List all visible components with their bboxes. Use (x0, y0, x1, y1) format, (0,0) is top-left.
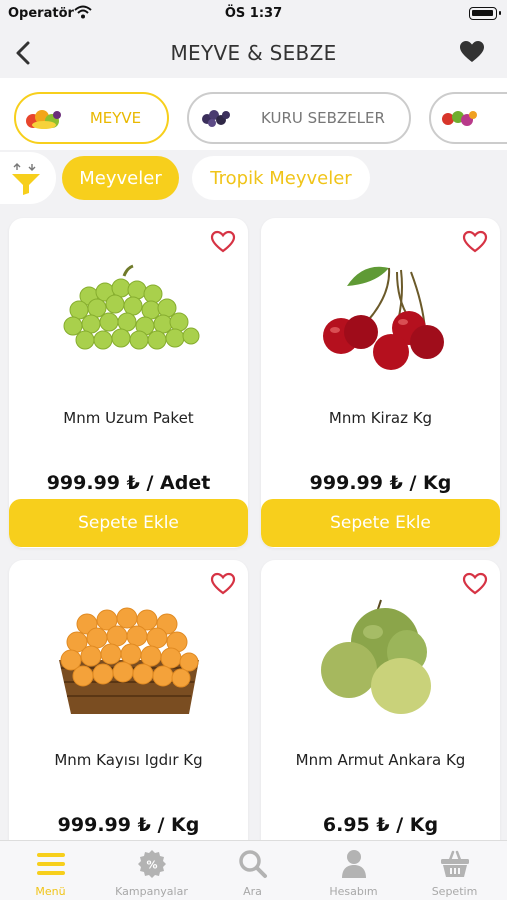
dried-beans-icon (197, 105, 237, 131)
apricots-product-image (49, 590, 209, 720)
user-icon (339, 849, 369, 879)
category-chip-kuru-sebzeler[interactable]: KURU SEBZELER (187, 92, 411, 144)
svg-text:%: % (146, 859, 157, 872)
category-label: MEYVE (89, 109, 142, 127)
clock: ÖS 1:37 (224, 6, 283, 21)
product-price: 999.99 ₺ / Adet (46, 472, 211, 494)
tab-label: Menü (35, 885, 66, 898)
tab-menu[interactable]: Menü (0, 841, 101, 900)
subcategory-pill-tropik-meyveler[interactable]: Tropik Meyveler (192, 156, 370, 200)
percent-badge-icon: % (137, 849, 167, 879)
product-name: Mnm Kiraz Kg (328, 409, 433, 427)
tab-label: Sepetim (431, 885, 478, 898)
add-to-cart-button[interactable]: Sepete Ekle (261, 499, 500, 547)
tab-bar: Menü % Kampanyalar Ara Hesabım Sepetim (0, 840, 507, 900)
product-name: Mnm Uzum Paket (63, 409, 194, 427)
page-title: MEYVE & SEBZE (170, 41, 337, 65)
product-card[interactable]: Mnm Armut Ankara Kg 6.95 ₺ / Kg (261, 560, 500, 860)
basket-icon (440, 849, 470, 879)
product-name: Mnm Armut Ankara Kg (295, 751, 466, 769)
product-card[interactable]: Mnm Kiraz Kg 999.99 ₺ / Kg Sepete Ekle (261, 218, 500, 548)
navigation-bar: MEYVE & SEBZE (0, 28, 507, 78)
category-chip-next[interactable]: S (429, 92, 507, 144)
tab-label: Ara (243, 885, 262, 898)
favorite-heart-outline-icon[interactable] (462, 572, 488, 600)
favorites-heart-icon[interactable] (459, 40, 485, 68)
cherries-product-image (301, 248, 461, 378)
search-icon (238, 849, 268, 879)
menu-icon (36, 849, 66, 879)
subcategory-bar: Meyveler Tropik Meyveler (0, 150, 507, 206)
add-to-cart-button[interactable]: Sepete Ekle (9, 499, 248, 547)
tab-hesabim[interactable]: Hesabım (303, 841, 404, 900)
vegetables-icon (439, 105, 479, 131)
product-price: 999.99 ₺ / Kg (309, 472, 452, 494)
product-price: 999.99 ₺ / Kg (57, 814, 200, 836)
category-chip-meyve[interactable]: MEYVE (14, 92, 169, 144)
grapes-product-image (49, 248, 209, 378)
tab-ara[interactable]: Ara (202, 841, 303, 900)
category-label: KURU SEBZELER (261, 109, 385, 127)
filter-funnel-icon (10, 162, 42, 200)
product-name: Mnm Kayısı Igdır Kg (54, 751, 203, 769)
tab-kampanyalar[interactable]: % Kampanyalar (101, 841, 202, 900)
subcategory-pill-meyveler[interactable]: Meyveler (62, 156, 179, 200)
category-scroller[interactable]: MEYVE KURU SEBZELER S (0, 78, 507, 158)
status-bar: Operatör ÖS 1:37 (0, 0, 507, 28)
favorite-heart-outline-icon[interactable] (210, 230, 236, 258)
tab-label: Hesabım (329, 885, 378, 898)
filter-button[interactable] (0, 152, 56, 204)
product-price: 6.95 ₺ / Kg (322, 814, 439, 836)
fruit-basket-icon (24, 105, 64, 131)
pears-product-image (301, 590, 461, 720)
favorite-heart-outline-icon[interactable] (210, 572, 236, 600)
tab-label: Kampanyalar (115, 885, 188, 898)
product-card[interactable]: Mnm Uzum Paket 999.99 ₺ / Adet Sepete Ek… (9, 218, 248, 548)
battery-icon (469, 7, 501, 20)
product-card[interactable]: Mnm Kayısı Igdır Kg 999.99 ₺ / Kg (9, 560, 248, 860)
tab-sepetim[interactable]: Sepetim (404, 841, 505, 900)
favorite-heart-outline-icon[interactable] (462, 230, 488, 258)
